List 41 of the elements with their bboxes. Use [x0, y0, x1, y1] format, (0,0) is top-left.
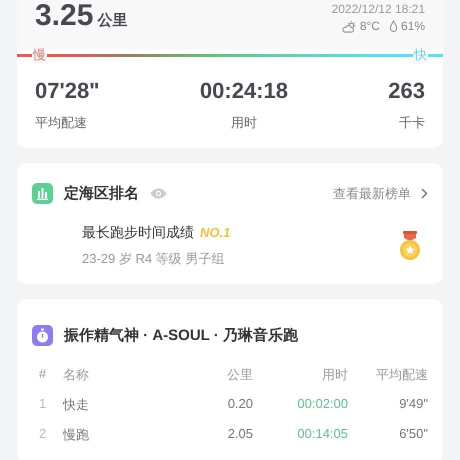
distance-value: 3.25 [35, 0, 94, 32]
distance-unit: 公里 [97, 11, 128, 30]
table-cell-text: 00:14:05 [296, 426, 348, 443]
table-cell-text: 快走 [63, 396, 90, 414]
chart-icon [32, 183, 53, 204]
column-header: 用时 [321, 366, 348, 384]
group-info: 23-29 岁 R4 等级 男子组 [82, 250, 226, 268]
table-cell-text: 1 [39, 396, 48, 413]
fast-label: 快 [413, 47, 428, 63]
humidity: 61% [400, 19, 425, 33]
music-run-title: 振作精气神 · A-SOUL · 乃琳音乐跑 [64, 326, 298, 345]
stat-value: 07'28" [35, 78, 100, 104]
weather-icon [342, 20, 357, 32]
stat-label: 平均配速 [35, 114, 88, 132]
column-header: 平均配速 [375, 366, 428, 384]
chevron-right-icon [421, 188, 428, 199]
run-datetime: 2022/12/12 18:21 [332, 2, 425, 16]
stopwatch-icon [32, 325, 53, 346]
ranking-title: 定海区排名 [64, 184, 139, 203]
view-leaderboard-link[interactable]: 查看最新榜单 [333, 184, 428, 202]
stat-label: 千卡 [399, 114, 425, 132]
table-cell-text: 9'49" [398, 396, 428, 413]
column-header: 公里 [227, 366, 253, 384]
column-header: # [39, 366, 48, 383]
stat-value: 00:24:18 [200, 78, 288, 104]
table-cell-text: 6'50" [398, 426, 428, 443]
table-cell-text: 慢跑 [63, 426, 90, 444]
humidity-icon [388, 20, 398, 32]
achievement-title: 最长跑步时间成绩 [82, 224, 194, 242]
table-cell-text: 2.05 [228, 426, 253, 443]
rank-text: NO.1 [200, 225, 230, 240]
column-header: 名称 [63, 366, 90, 384]
slow-label: 慢 [32, 47, 47, 63]
table-cell-text: 2 [39, 426, 48, 443]
temperature: 8°C [360, 19, 380, 33]
medal-icon [398, 231, 422, 261]
table-cell-text: 00:02:00 [296, 396, 348, 413]
stat-value: 263 [388, 78, 425, 104]
stat-label: 用时 [230, 114, 257, 132]
table-cell-text: 0.20 [228, 396, 253, 413]
eye-icon[interactable] [150, 188, 167, 199]
